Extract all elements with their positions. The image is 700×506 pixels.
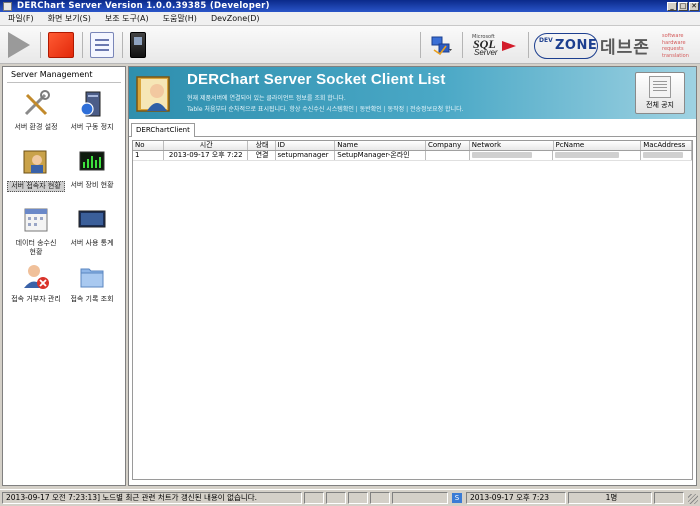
nav-server-statistics[interactable]: 서버 사용 통계	[63, 205, 121, 248]
col-macaddress[interactable]: MacAddress	[641, 141, 692, 150]
page-description-secondary: Table 처음부터 순차적으로 표시됩니다. 항상 수신수신 시스템확인 | …	[187, 106, 464, 113]
nav-data-transfer[interactable]: 데이터 송수신 현황	[7, 205, 65, 257]
status-datetime: 2013-09-17 오후 7:23	[466, 492, 566, 504]
app-icon	[3, 1, 12, 11]
cell-company	[426, 151, 470, 160]
nav-connection-log[interactable]: 접속 기록 조회	[63, 261, 121, 304]
server-power-icon	[80, 91, 101, 117]
close-button[interactable]: ✕	[689, 1, 699, 11]
devzone-korean-logo: 데브존	[600, 38, 650, 58]
status-pane-empty	[304, 492, 324, 504]
nav-connected-clients[interactable]: 서버 접속자 현황	[7, 147, 65, 192]
status-pane-empty	[370, 492, 390, 504]
menu-tools[interactable]: 보조 도구(A)	[105, 13, 149, 24]
play-icon[interactable]	[8, 32, 30, 58]
col-company[interactable]: Company	[426, 141, 470, 150]
server-management-panel: Server Management 서버 환경 설정 서버 구동 정지 서버 접…	[2, 66, 126, 486]
status-message: 2013-09-17 오전 7:23:13] 노드별 최근 관련 처트가 갱신된…	[2, 492, 302, 504]
cell-macaddress-redacted	[641, 151, 692, 160]
notice-icon	[649, 76, 671, 98]
status-bar: 2013-09-17 오전 7:23:13] 노드별 최근 관련 처트가 갱신된…	[0, 489, 700, 506]
status-pane-empty	[348, 492, 368, 504]
logo-taglines: software hardware requests translation	[662, 33, 689, 59]
user-denied-icon	[24, 265, 49, 289]
page-title: DERChart Server Socket Client List	[187, 71, 446, 88]
stop-icon[interactable]	[48, 32, 74, 58]
menu-view[interactable]: 화면 보기(S)	[48, 13, 91, 24]
toolbar-separator	[528, 32, 529, 58]
resize-grip-icon[interactable]	[688, 494, 698, 504]
nav-server-settings[interactable]: 서버 환경 설정	[7, 89, 65, 132]
report-icon[interactable]	[90, 32, 114, 58]
minimize-button[interactable]: _	[667, 1, 677, 11]
col-id[interactable]: ID	[276, 141, 336, 150]
panel-header: Server Management	[7, 67, 121, 83]
page-description: 현재 제품서버에 연결되어 있는 클라이언트 정보를 조회 합니다.	[187, 95, 346, 102]
col-no[interactable]: No	[133, 141, 164, 150]
col-time[interactable]: 시간	[164, 141, 248, 150]
status-pane-empty	[392, 492, 448, 504]
device-icon[interactable]	[130, 32, 146, 58]
display-icon	[78, 210, 106, 228]
calendar-icon	[24, 208, 48, 232]
window-title: DERChart Server Version 1.0.0.39385 (Dev…	[17, 1, 270, 11]
cell-time: 2013-09-17 오후 7:22	[164, 151, 248, 160]
nav-denied-users[interactable]: 접속 거부자 관리	[7, 261, 65, 304]
network-icon[interactable]	[430, 34, 452, 56]
nav-server-start-stop[interactable]: 서버 구동 정지	[63, 89, 121, 132]
status-client-count: 1명	[568, 492, 652, 504]
cell-id: setupmanager	[276, 151, 336, 160]
status-pane-empty	[326, 492, 346, 504]
sql-arrow-icon	[502, 41, 516, 51]
col-network[interactable]: Network	[470, 141, 554, 150]
user-book-icon	[136, 76, 170, 112]
toolbar-separator	[462, 32, 463, 58]
monitor-chart-icon	[79, 151, 105, 171]
toolbar-separator	[40, 32, 41, 58]
title-bar: DERChart Server Version 1.0.0.39385 (Dev…	[0, 0, 700, 12]
cell-status: 연결	[248, 151, 276, 160]
devzone-logo[interactable]: DEV ZONE	[534, 33, 598, 59]
status-pane-empty	[654, 492, 684, 504]
toolbar: Microsoft SQL Server DEV ZONE 데브존 softwa…	[0, 26, 700, 64]
col-pcname[interactable]: PcName	[554, 141, 642, 150]
menu-devzone[interactable]: DevZone(D)	[211, 14, 260, 23]
cell-pcname-redacted	[553, 151, 642, 160]
user-book-icon	[23, 150, 47, 174]
table-row[interactable]: 1 2013-09-17 오후 7:22 연결 setupmanager Set…	[133, 151, 692, 161]
col-status[interactable]: 상태	[248, 141, 276, 150]
tab-derchartclient[interactable]: DERChartClient	[131, 123, 195, 137]
cell-no: 1	[133, 151, 164, 160]
table-header: No 시간 상태 ID Name Company Network PcName …	[133, 141, 692, 151]
tools-icon	[24, 90, 50, 116]
client-tabs: DERChartClient	[129, 121, 696, 137]
toolbar-separator	[122, 32, 123, 58]
menu-bar: 파일(F) 화면 보기(S) 보조 도구(A) 도움말(H) DevZone(D…	[0, 12, 700, 26]
page-banner: DERChart Server Socket Client List 현재 제품…	[129, 67, 696, 119]
client-table: No 시간 상태 ID Name Company Network PcName …	[132, 140, 693, 480]
toolbar-separator	[82, 32, 83, 58]
cell-network-redacted	[470, 151, 554, 160]
main-panel: DERChart Server Socket Client List 현재 제품…	[128, 66, 697, 486]
cell-name: SetupManager-온라인	[335, 151, 426, 160]
toolbar-separator	[420, 32, 421, 58]
broadcast-notice-button[interactable]: 전체 공지	[635, 72, 685, 114]
folder-icon	[80, 268, 104, 288]
server-status-icon: S	[452, 493, 462, 503]
menu-file[interactable]: 파일(F)	[8, 13, 34, 24]
menu-help[interactable]: 도움말(H)	[163, 13, 197, 24]
col-name[interactable]: Name	[335, 141, 426, 150]
sql-server-logo[interactable]: Microsoft SQL Server	[470, 31, 526, 59]
nav-server-equipment[interactable]: 서버 장비 현황	[63, 147, 121, 190]
maximize-button[interactable]: □	[678, 1, 688, 11]
